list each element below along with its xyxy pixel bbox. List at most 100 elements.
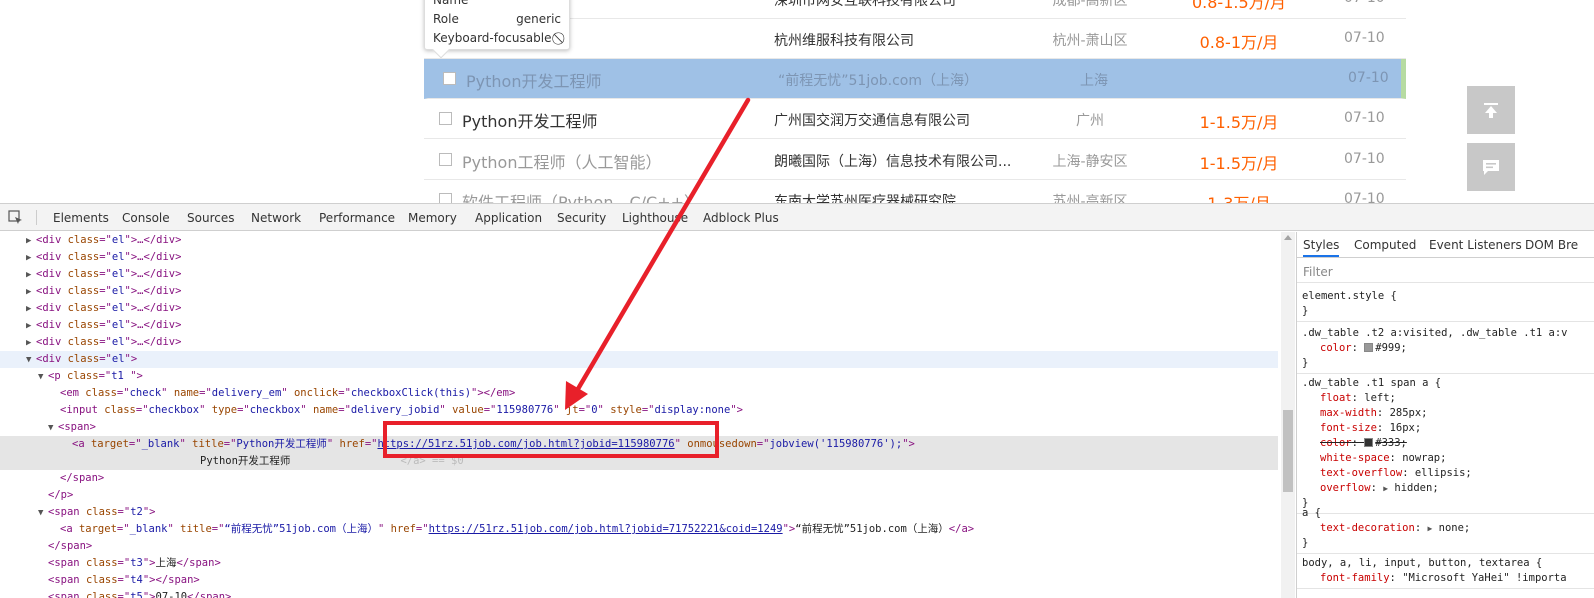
- company-link[interactable]: “前程无忧”51job.com（上海）: [778, 70, 978, 90]
- tab-event-listeners[interactable]: Event Listeners: [1429, 238, 1522, 252]
- attr-name: class: [67, 336, 100, 348]
- elements-scrollbar[interactable]: [1281, 232, 1295, 598]
- css-declaration[interactable]: color: #999;: [1302, 341, 1590, 356]
- dom-node-collapsed[interactable]: ▶ <div class="el">…</div>: [0, 300, 1278, 317]
- attr-name: class: [85, 591, 118, 598]
- tag-open: <p: [48, 370, 67, 382]
- back-to-top-button[interactable]: [1467, 86, 1515, 134]
- company-link[interactable]: 朗曦国际（上海）信息技术有限公司...: [774, 151, 1011, 171]
- job-title-link[interactable]: 软件工程师（Python、C/C++）: [462, 189, 700, 203]
- tab-computed[interactable]: Computed: [1354, 238, 1416, 252]
- attr-value: el: [111, 302, 125, 314]
- css-declaration[interactable]: color: #333;: [1302, 436, 1590, 451]
- company-link[interactable]: 深圳市网安互联科技有限公司: [774, 0, 956, 10]
- job-date: 07-10: [1344, 0, 1385, 6]
- job-row[interactable]: 软件工程师（Python、C/C++） 东南大学苏州医疗器械研究院 苏州-高新区 1-…: [424, 180, 1406, 203]
- tab-styles[interactable]: Styles: [1303, 238, 1340, 257]
- attr-value: delivery_jobid: [350, 404, 440, 416]
- company-link[interactable]: 杭州维服科技有限公司: [774, 30, 914, 50]
- attr-name: class: [67, 268, 100, 280]
- dom-node-a-selected[interactable]: <a target="_blank" title="Python开发工程师" h…: [0, 436, 1278, 470]
- css-declaration[interactable]: white-space: nowrap;: [1302, 451, 1590, 466]
- css-selector[interactable]: body, a, li, input, button, textarea {: [1302, 556, 1590, 571]
- job-href-link[interactable]: https://51rz.51job.com/job.html?jobid=11…: [377, 438, 674, 450]
- job-title-link[interactable]: Python开发工程师: [462, 108, 597, 132]
- inspect-element-icon[interactable]: [8, 210, 23, 225]
- tab-elements[interactable]: Elements: [53, 211, 109, 225]
- job-checkbox[interactable]: [443, 72, 456, 85]
- job-title-link[interactable]: Python开发工程师: [466, 68, 601, 92]
- tab-lighthouse[interactable]: Lighthouse: [622, 211, 688, 225]
- css-declaration[interactable]: text-overflow: ellipsis;: [1302, 466, 1590, 481]
- attr-value: el: [111, 268, 125, 280]
- job-title-link[interactable]: Python工程师（人工智能）: [462, 149, 661, 173]
- color-swatch[interactable]: [1364, 438, 1374, 447]
- css-declaration[interactable]: float: left;: [1302, 391, 1590, 406]
- scroll-up-arrow-icon[interactable]: [1284, 235, 1292, 240]
- dom-node-span-t2[interactable]: ▼ <span class="t2">: [0, 504, 1278, 521]
- css-declaration[interactable]: overflow: ▶ hidden;: [1302, 481, 1590, 496]
- company-link[interactable]: 广州国交润万交通信息有限公司: [774, 110, 970, 130]
- css-declaration[interactable]: max-width: 285px;: [1302, 406, 1590, 421]
- css-selector[interactable]: .dw_table .t2 a:visited, .dw_table .t1 a…: [1302, 326, 1590, 341]
- dom-node-el-expanded[interactable]: ▼ <div class="el">: [0, 351, 1278, 368]
- css-property-name: white-space: [1320, 452, 1390, 464]
- job-checkbox[interactable]: [439, 112, 452, 125]
- tab-adblock-plus[interactable]: Adblock Plus: [703, 211, 779, 225]
- dom-node-collapsed[interactable]: ▶ <div class="el">…</div>: [0, 283, 1278, 300]
- dom-node-collapsed[interactable]: ▶ <div class="el">…</div>: [0, 266, 1278, 283]
- tab-security[interactable]: Security: [557, 211, 606, 225]
- dom-node-em[interactable]: <em class="check" name="delivery_em" onc…: [0, 385, 1278, 402]
- attr-name: target: [90, 438, 129, 450]
- dom-node-input[interactable]: <input class="checkbox" type="checkbox" …: [0, 402, 1278, 419]
- company-href-link[interactable]: https://51rz.51job.com/job.html?jobid=71…: [429, 523, 783, 535]
- tag-close: ></em>: [477, 387, 516, 399]
- dom-node-p-t1[interactable]: ▼ <p class="t1 ">: [0, 368, 1278, 385]
- tab-network[interactable]: Network: [251, 211, 301, 225]
- css-declaration[interactable]: font-family: "Microsoft YaHei" !importa: [1302, 571, 1590, 586]
- scrollbar-thumb[interactable]: [1283, 410, 1293, 492]
- dom-node-collapsed[interactable]: ▶ <div class="el">…</div>: [0, 232, 1278, 249]
- css-selector[interactable]: .dw_table .t1 span a {: [1302, 376, 1590, 391]
- attr-value: display:none: [654, 404, 731, 416]
- dom-node-collapsed[interactable]: ▶ <div class="el">…</div>: [0, 317, 1278, 334]
- dom-node-collapsed[interactable]: ▶ <div class="el">…</div>: [0, 249, 1278, 266]
- tab-sources[interactable]: Sources: [187, 211, 234, 225]
- tooltip-value: generic: [516, 12, 561, 26]
- job-row-highlighted[interactable]: Python开发工程师 “前程无忧”51job.com（上海） 上海 07-10: [424, 59, 1406, 99]
- tab-application[interactable]: Application: [475, 211, 542, 225]
- css-declaration[interactable]: font-size: 16px;: [1302, 421, 1590, 436]
- feedback-button[interactable]: [1467, 143, 1515, 191]
- job-row[interactable]: Python工程师（人工智能） 朗曦国际（上海）信息技术有限公司... 上海-静安区…: [424, 140, 1406, 180]
- css-declaration[interactable]: text-decoration: ▶ none;: [1302, 521, 1590, 536]
- css-selector[interactable]: a {: [1302, 506, 1590, 521]
- attr-name: class: [85, 574, 118, 586]
- tab-dom-breakpoints[interactable]: DOM Bre: [1525, 238, 1578, 252]
- dom-node-span-t3[interactable]: <span class="t3">上海</span>: [0, 555, 1278, 572]
- dom-node-a-company[interactable]: <a target="_blank" title="“前程无忧”51job.co…: [0, 521, 1278, 538]
- job-listing-page: 深圳市网安互联科技有限公司成都-高新区0.8-1.5万/月07-10...发工程…: [0, 0, 1594, 203]
- job-checkbox[interactable]: [439, 193, 452, 203]
- css-rule-end: }: [1302, 357, 1309, 369]
- expand-triangle-icon[interactable]: ▶: [1383, 484, 1388, 493]
- dom-node-collapsed[interactable]: ▶ <div class="el">…</div>: [0, 334, 1278, 351]
- tab-console[interactable]: Console: [122, 211, 170, 225]
- css-selector[interactable]: element.style {: [1302, 289, 1590, 304]
- expand-triangle-icon[interactable]: ▶: [1427, 524, 1432, 533]
- job-row[interactable]: ...发工程师杭州维服科技有限公司杭州-萧山区0.8-1万/月07-10: [424, 19, 1406, 59]
- job-row[interactable]: 深圳市网安互联科技有限公司 成都-高新区 0.8-1.5万/月 07-10: [424, 0, 1406, 19]
- job-checkbox[interactable]: [439, 153, 452, 166]
- tab-memory[interactable]: Memory: [408, 211, 457, 225]
- dom-node-span-t4[interactable]: <span class="t4"></span>: [0, 572, 1278, 589]
- attr-name: class: [66, 370, 99, 382]
- attr-name: class: [67, 302, 100, 314]
- job-row[interactable]: Python开发工程师 广州国交润万交通信息有限公司 广州 1-1.5万/月 07-10: [424, 99, 1406, 139]
- styles-filter-input[interactable]: Filter: [1297, 259, 1594, 283]
- dom-node-span[interactable]: ▼ <span>: [0, 419, 1278, 436]
- css-property-name: overflow: [1320, 482, 1371, 494]
- tab-performance[interactable]: Performance: [319, 211, 395, 225]
- dom-node-span-t5[interactable]: <span class="t5">07-10</span>: [0, 589, 1278, 598]
- company-link[interactable]: 东南大学苏州医疗器械研究院: [774, 191, 956, 203]
- color-swatch[interactable]: [1364, 343, 1374, 352]
- tab-separator: [36, 210, 37, 225]
